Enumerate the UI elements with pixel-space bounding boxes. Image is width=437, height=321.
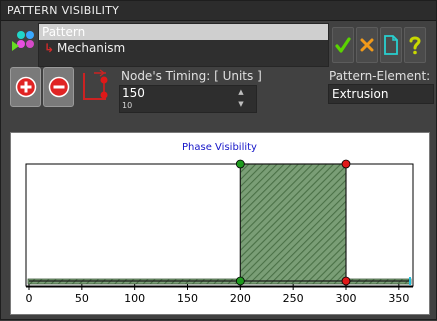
x-tick-label: 200 [230, 292, 251, 305]
phase-end-marker [341, 276, 351, 286]
x-tick-label: 250 [283, 292, 304, 305]
x-tick-label: 50 [75, 292, 89, 305]
phase-end-marker [341, 159, 351, 169]
x-tick-label: 100 [124, 292, 145, 305]
phase-start-marker [235, 159, 245, 169]
x-tick-label: 150 [177, 292, 198, 305]
phase-visibility-chart[interactable]: 0 50 100 150 200 250 300 350 [1, 1, 437, 321]
x-tick-label: 0 [26, 292, 33, 305]
x-tick-label: 300 [336, 292, 357, 305]
phase-start-marker [235, 276, 245, 286]
pattern-visibility-window: PATTERN VISIBILITY Pattern ↳ Mechanism N… [0, 0, 437, 320]
plot-frame [25, 163, 414, 287]
x-tick-label: 350 [388, 292, 409, 305]
